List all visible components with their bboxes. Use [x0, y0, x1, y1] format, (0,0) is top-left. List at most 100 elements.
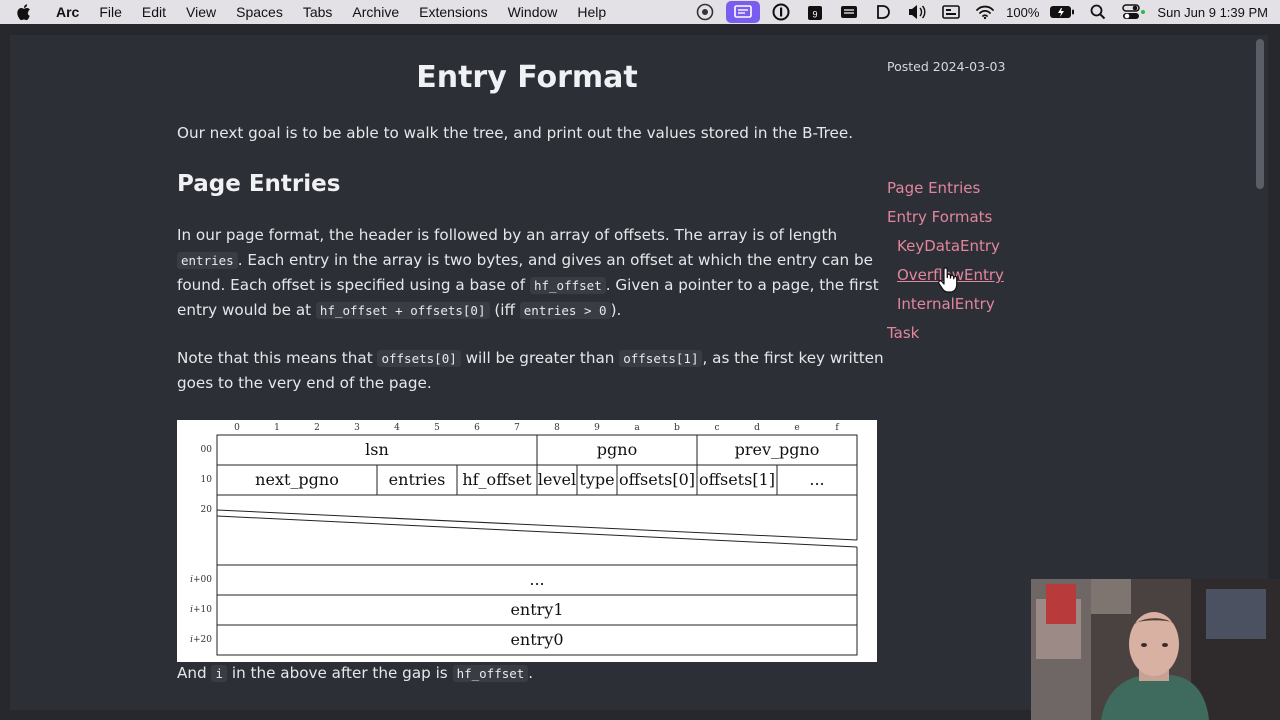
menu-archive[interactable]: Archive: [342, 0, 409, 24]
para3-text-1: And: [177, 664, 207, 682]
row-label-i20: i+20: [190, 635, 212, 645]
code-entries: entries: [177, 252, 238, 269]
col-label: f: [835, 423, 839, 433]
cell-type: type: [579, 470, 614, 489]
para3-text-3: .: [528, 664, 534, 682]
col-label: 7: [514, 423, 520, 433]
col-label: 6: [474, 423, 480, 433]
para1-text-4: (iff: [494, 301, 515, 319]
menu-spaces[interactable]: Spaces: [226, 0, 293, 24]
battery-percent: 100%: [1006, 4, 1040, 20]
wifi-icon[interactable]: [974, 0, 996, 24]
cell-prev-pgno: prev_pgno: [735, 440, 820, 459]
screen-share-icon[interactable]: [726, 1, 761, 23]
cell-pgno: pgno: [597, 440, 637, 459]
cell-offsets-0: offsets[0]: [619, 470, 695, 489]
col-label: e: [794, 423, 799, 433]
gap-note-paragraph: And i in the above after the gap is hf_o…: [177, 661, 887, 686]
code-offsets-0: offsets[0]: [377, 350, 461, 367]
grid-icon[interactable]: [838, 0, 860, 24]
menubar-status-area: 9 100% Sun Jun 9 1:39 PM: [688, 0, 1280, 24]
col-label: 2: [314, 423, 320, 433]
row-label: 10: [201, 475, 213, 485]
menu-view[interactable]: View: [176, 0, 226, 24]
col-label: a: [634, 423, 640, 433]
code-hf-offset-plus-offsets: hf_offset + offsets[0]: [315, 302, 490, 319]
cell-next-pgno: next_pgno: [255, 470, 339, 489]
cell-offsets-1: offsets[1]: [699, 470, 775, 489]
para2-text-2: will be greater than: [465, 349, 615, 367]
menu-file[interactable]: File: [89, 0, 132, 24]
posted-date: Posted 2024-03-03: [887, 59, 1006, 74]
cell-ellipsis-row1: ...: [809, 470, 824, 489]
webcam-person-image: [1031, 579, 1280, 720]
para1-text-1: In our page format, the header is follow…: [177, 226, 838, 244]
menu-tabs[interactable]: Tabs: [293, 0, 343, 24]
onepassword-icon[interactable]: [770, 0, 792, 24]
offsets-note-paragraph: Note that this means that offsets[0] wil…: [177, 346, 887, 396]
col-label: d: [754, 423, 760, 433]
col-label: 9: [594, 423, 600, 433]
col-label: c: [714, 423, 719, 433]
svg-text:9: 9: [813, 9, 818, 19]
toc-keydataentry[interactable]: KeyDataEntry: [897, 237, 1000, 255]
page-format-paragraph: In our page format, the header is follow…: [177, 223, 887, 323]
cell-level: level: [538, 470, 576, 489]
toc-entry-formats[interactable]: Entry Formats: [887, 208, 992, 226]
para3-text-2: in the above after the gap is: [231, 664, 448, 682]
col-label: 0: [234, 423, 240, 433]
camera-icon[interactable]: [694, 0, 716, 24]
page-layout-svg: 0 1 2 3 4 5 6 7 8 9 a b c d e f 00 10 20…: [190, 423, 858, 656]
menu-app-arc[interactable]: Arc: [53, 0, 89, 24]
d-icon[interactable]: [872, 0, 894, 24]
col-label: 5: [434, 423, 440, 433]
calendar-icon[interactable]: 9: [804, 0, 826, 24]
col-label: b: [674, 423, 680, 433]
code-hf-offset-2: hf_offset: [452, 665, 529, 682]
cell-hf-offset: hf_offset: [462, 470, 532, 489]
toc-internalentry[interactable]: InternalEntry: [897, 295, 995, 313]
row-label: 00: [201, 445, 213, 455]
intro-paragraph: Our next goal is to be able to walk the …: [177, 124, 854, 142]
toc-page-entries[interactable]: Page Entries: [887, 179, 980, 197]
col-label: 3: [354, 423, 360, 433]
row-label-i10: i+10: [190, 605, 212, 615]
col-label: 8: [554, 423, 560, 433]
section-heading-page-entries: Page Entries: [177, 171, 341, 197]
col-label: 1: [274, 423, 280, 433]
display-icon[interactable]: [940, 0, 962, 24]
toc-task[interactable]: Task: [887, 324, 919, 342]
menu-edit[interactable]: Edit: [132, 0, 176, 24]
menu-bar: Arc File Edit View Spaces Tabs Archive E…: [0, 0, 1280, 24]
cell-entries: entries: [389, 470, 446, 489]
cell-lsn: lsn: [365, 440, 389, 459]
menubar-clock[interactable]: Sun Jun 9 1:39 PM: [1157, 5, 1268, 20]
volume-icon[interactable]: [906, 0, 928, 24]
para1-text-5: ).: [610, 301, 622, 319]
menu-extensions[interactable]: Extensions: [409, 0, 497, 24]
scrollbar-thumb[interactable]: [1256, 39, 1264, 189]
menu-window[interactable]: Window: [498, 0, 568, 24]
apple-icon[interactable]: [17, 0, 37, 24]
col-label: 4: [394, 423, 400, 433]
battery-icon[interactable]: [1049, 0, 1075, 24]
page-layout-diagram: 0 1 2 3 4 5 6 7 8 9 a b c d e f 00 10 20…: [177, 420, 877, 662]
code-entries-gt-zero: entries > 0: [519, 302, 611, 319]
diagram-gap-upper-line: [216, 509, 858, 541]
diagram-gap-lower-line: [216, 515, 858, 548]
cell-entry1: entry1: [510, 600, 563, 619]
cell-ellipsis-i00: ...: [529, 570, 544, 589]
hand-cursor-icon: [937, 267, 959, 293]
page-title: Entry Format: [416, 60, 638, 95]
control-center-icon[interactable]: [1121, 0, 1147, 24]
row-label-i00: i+00: [190, 575, 212, 585]
code-offsets-1: offsets[1]: [619, 350, 703, 367]
webcam-overlay: [1031, 579, 1280, 720]
code-i: i: [211, 665, 228, 682]
menu-help[interactable]: Help: [567, 0, 616, 24]
code-hf-offset: hf_offset: [529, 277, 606, 294]
para2-text-1: Note that this means that: [177, 349, 373, 367]
cell-entry0: entry0: [510, 630, 563, 649]
row-label: 20: [201, 505, 213, 515]
search-icon[interactable]: [1087, 0, 1109, 24]
